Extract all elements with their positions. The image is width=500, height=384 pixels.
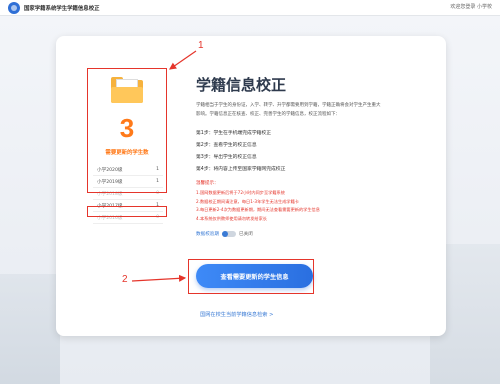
annotation-arrow-2 (131, 274, 187, 282)
annotation-arrows (131, 50, 197, 282)
annotation-arrow-1 (169, 50, 197, 70)
